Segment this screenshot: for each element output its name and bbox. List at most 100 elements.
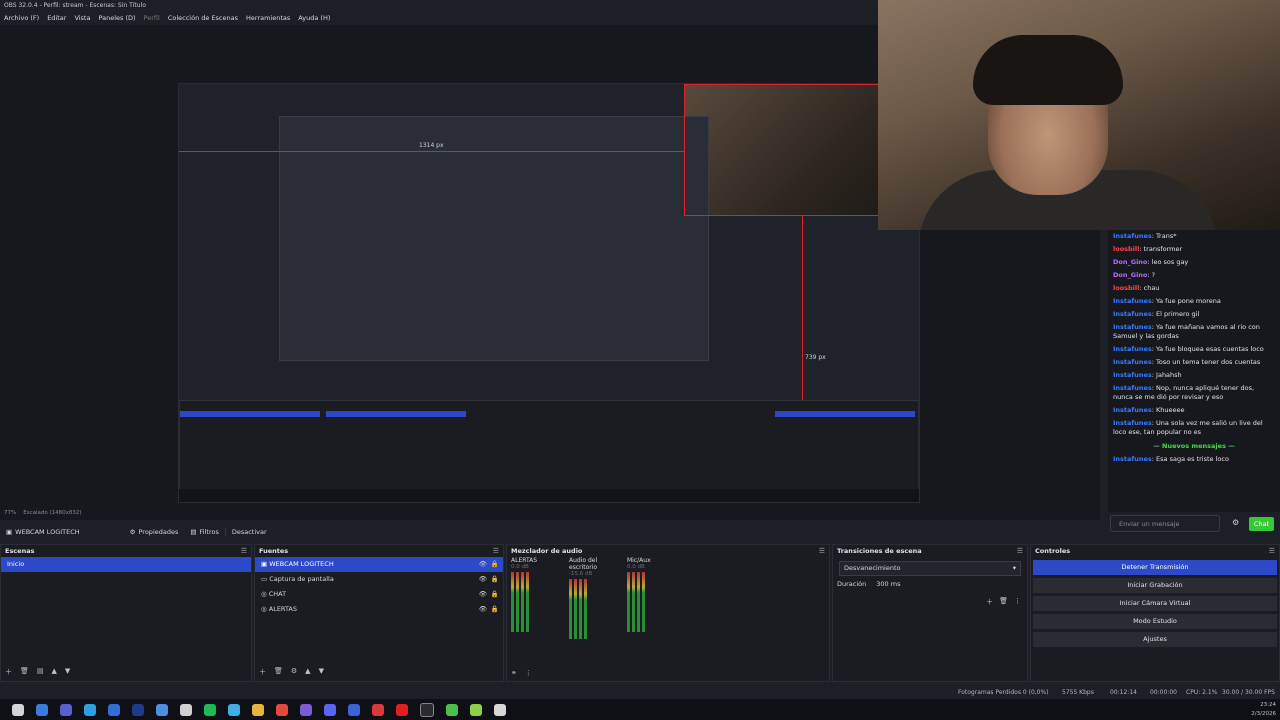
chat-username[interactable]: Instafunes [1113, 371, 1152, 379]
gear-icon[interactable]: ⚙ [291, 667, 297, 677]
up-icon[interactable]: ▲ [52, 667, 57, 677]
source-item[interactable]: ▣ WEBCAM LOGITECH 👁 🔒 [255, 557, 503, 572]
sources-footer: ＋ 🗑 ⚙ ▲ ▼ [259, 667, 324, 677]
eye-icon[interactable]: 👁 [479, 557, 487, 572]
chat-username[interactable]: loosbill [1113, 284, 1139, 292]
start-recording-button[interactable]: Iniciar Grabación [1033, 578, 1277, 593]
eye-icon[interactable]: 👁 [479, 602, 487, 617]
nested-screen-capture: 1314 px 739 px [178, 83, 920, 503]
menu-file[interactable]: Archivo (F) [4, 11, 39, 25]
menu-profile[interactable]: Perfil [144, 11, 160, 25]
chat-username[interactable]: Instafunes [1113, 419, 1152, 427]
app-icon[interactable] [156, 703, 168, 716]
settings-button[interactable]: Ajustes [1033, 632, 1277, 647]
dock-menu-icon[interactable]: ☰ [241, 545, 247, 557]
menu-tools[interactable]: Herramientas [246, 11, 290, 25]
source-item[interactable]: ▭ Captura de pantalla 👁 🔒 [255, 572, 503, 587]
start-virtual-camera-button[interactable]: Iniciar Cámara Virtual [1033, 596, 1277, 611]
down-icon[interactable]: ▼ [65, 667, 70, 677]
chat-username[interactable]: Instafunes [1113, 323, 1152, 331]
controls-header: Controles ☰ [1035, 545, 1275, 557]
dock-menu-icon[interactable]: ☰ [819, 545, 825, 557]
chat-username[interactable]: Don_Gino [1113, 258, 1147, 266]
app-icon[interactable] [470, 703, 482, 716]
trash-icon[interactable]: 🗑 [274, 667, 283, 677]
app-icon[interactable] [396, 703, 408, 716]
chat-username[interactable]: Don_Gino [1113, 271, 1147, 279]
chat-username[interactable]: Instafunes [1113, 406, 1152, 414]
menu-help[interactable]: Ayuda (H) [298, 11, 330, 25]
menu-scene-collection[interactable]: Colección de Escenas [168, 11, 238, 25]
scene-item[interactable]: Inicio [1, 557, 251, 572]
chat-username[interactable]: loosbill [1113, 245, 1139, 253]
lock-icon[interactable]: 🔒 [491, 557, 499, 572]
up-icon[interactable]: ▲ [305, 667, 310, 677]
menu-view[interactable]: Vista [74, 11, 90, 25]
system-clock[interactable]: 23:24 2/3/2026 [1251, 699, 1276, 719]
app-icon[interactable] [348, 703, 360, 716]
gear-icon: ⚙ [129, 527, 136, 536]
discord-icon[interactable] [324, 703, 336, 716]
trash-icon[interactable]: 🗑 [20, 667, 29, 677]
app-icon[interactable] [180, 703, 192, 716]
more-icon[interactable]: ⋮ [525, 669, 532, 677]
chat-username[interactable]: Instafunes [1113, 345, 1152, 353]
browser-icon[interactable] [36, 703, 48, 716]
add-icon[interactable]: ＋ [259, 667, 266, 677]
add-icon[interactable]: ＋ [986, 597, 993, 607]
stop-streaming-button[interactable]: Detener Transmisión [1033, 560, 1277, 575]
folder-icon[interactable] [252, 703, 264, 716]
down-icon[interactable]: ▼ [319, 667, 324, 677]
app-icon[interactable] [60, 703, 72, 716]
spotify-icon[interactable] [204, 703, 216, 716]
chat-send-button[interactable]: Chat [1249, 517, 1274, 531]
app-icon[interactable] [300, 703, 312, 716]
scenes-dock: Escenas ☰ Inicio ＋ 🗑 ▤ ▲ ▼ [0, 544, 252, 682]
chat-input[interactable]: Enviar un mensaje [1110, 515, 1220, 532]
transition-select[interactable]: Desvanecimiento ▾ [839, 561, 1021, 576]
zoom-readout[interactable]: 77% Escalado (1480x832) [4, 510, 82, 516]
chevron-down-icon: ▾ [1012, 564, 1016, 572]
link-icon[interactable]: ⚭ [511, 669, 517, 677]
add-icon[interactable]: ＋ [5, 667, 12, 677]
windows-start-icon[interactable] [12, 703, 24, 716]
app-icon[interactable] [494, 703, 506, 716]
app-icon[interactable] [446, 703, 458, 716]
eye-icon[interactable]: 👁 [479, 587, 487, 602]
chat-username[interactable]: Instafunes [1113, 310, 1152, 318]
dock-menu-icon[interactable]: ☰ [1017, 545, 1023, 557]
lock-icon[interactable]: 🔒 [491, 587, 499, 602]
deactivate-button[interactable]: Desactivar [224, 527, 273, 536]
filters-button[interactable]: ▤ Filtros [184, 528, 224, 536]
studio-mode-button[interactable]: Modo Estudio [1033, 614, 1277, 629]
menu-docks[interactable]: Paneles (D) [98, 11, 135, 25]
duration-input[interactable]: 300 ms [876, 580, 900, 588]
app-icon[interactable] [228, 703, 240, 716]
menu-edit[interactable]: Editar [47, 11, 66, 25]
source-item[interactable]: ◎ CHAT 👁 🔒 [255, 587, 503, 602]
chat-username[interactable]: Instafunes [1113, 232, 1152, 240]
chat-username[interactable]: Instafunes [1113, 358, 1152, 366]
chat-settings-icon[interactable]: ⚙ [1232, 518, 1239, 527]
lock-icon[interactable]: 🔒 [491, 602, 499, 617]
dock-menu-icon[interactable]: ☰ [493, 545, 499, 557]
properties-button[interactable]: ⚙ Propiedades [124, 528, 185, 536]
source-item[interactable]: ◎ ALERTAS 👁 🔒 [255, 602, 503, 617]
app-icon[interactable] [84, 703, 96, 716]
trash-icon[interactable]: 🗑 [999, 597, 1008, 607]
mixer-channel: Audio del escritorio -15.6 dB [569, 557, 609, 639]
obs-icon[interactable] [420, 702, 434, 717]
chat-username[interactable]: Instafunes [1113, 384, 1152, 392]
more-icon[interactable]: ⋮ [1014, 597, 1021, 607]
app-icon[interactable] [108, 703, 120, 716]
filter-icon[interactable]: ▤ [37, 667, 44, 677]
app-icon[interactable] [372, 703, 384, 716]
chat-username[interactable]: Instafunes [1113, 297, 1152, 305]
dock-menu-icon[interactable]: ☰ [1269, 545, 1275, 557]
chrome-icon[interactable] [276, 703, 288, 716]
eye-icon[interactable]: 👁 [479, 572, 487, 587]
lock-icon[interactable]: 🔒 [491, 572, 499, 587]
chat-username[interactable]: Instafunes [1113, 455, 1152, 463]
chat-message: Instafunes: Ya fue mañana vamos al rio c… [1108, 321, 1280, 343]
app-icon[interactable] [132, 703, 144, 716]
